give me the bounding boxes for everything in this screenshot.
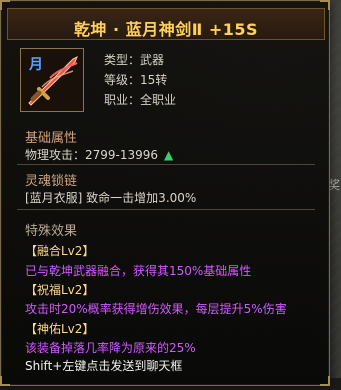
item-title: 乾坤 · 蓝月神剑Ⅱ +15S	[73, 20, 259, 39]
effect-3-description: 该装备掉落几率降为原来的25%	[25, 341, 196, 355]
soul-lock-line: [蓝月衣服] 致命一击增加3.00%	[25, 191, 197, 205]
special-effects-title: 特殊效果	[25, 224, 78, 239]
item-level: 等级：15转	[104, 73, 168, 87]
base-attack-line: 物理攻击：2799-13996 ▲	[25, 146, 173, 163]
frame-corner-bottom-right	[320, 376, 330, 386]
item-type: 类型：武器	[104, 53, 165, 67]
effect-3-name: 【神佑Lv2】	[25, 322, 95, 336]
base-attributes-title: 基础属性	[25, 131, 78, 146]
divider-2	[17, 209, 315, 210]
item-icon-box: 月	[20, 48, 84, 112]
effect-2-name: 【祝福Lv2】	[25, 283, 95, 297]
title-bar: 乾坤 · 蓝月神剑Ⅱ +15S	[7, 8, 325, 40]
chat-send-hint: Shift+左键点击发送到聊天框	[25, 359, 183, 373]
effect-2-description: 攻击时20%概率获得增伤效果，每层提升5%伤害	[25, 302, 287, 316]
frame-corner-bottom-left	[0, 376, 10, 386]
effect-1-description: 已与乾坤武器融合，获得其150%基础属性	[25, 264, 252, 278]
item-job: 职业：全职业	[104, 93, 177, 107]
effect-1-name: 【融合Lv2】	[25, 244, 95, 258]
icon-label: 月	[29, 57, 43, 73]
divider-1	[17, 164, 315, 165]
attack-value: 物理攻击：2799-13996	[25, 148, 159, 162]
item-tooltip: 乾坤 · 蓝月神剑Ⅱ +15S 月 类型：武器 等级：15转 职业：全职业 基础…	[0, 0, 330, 386]
soul-lock-title: 灵魂锁链	[25, 174, 78, 189]
up-arrow-icon: ▲	[164, 148, 174, 162]
